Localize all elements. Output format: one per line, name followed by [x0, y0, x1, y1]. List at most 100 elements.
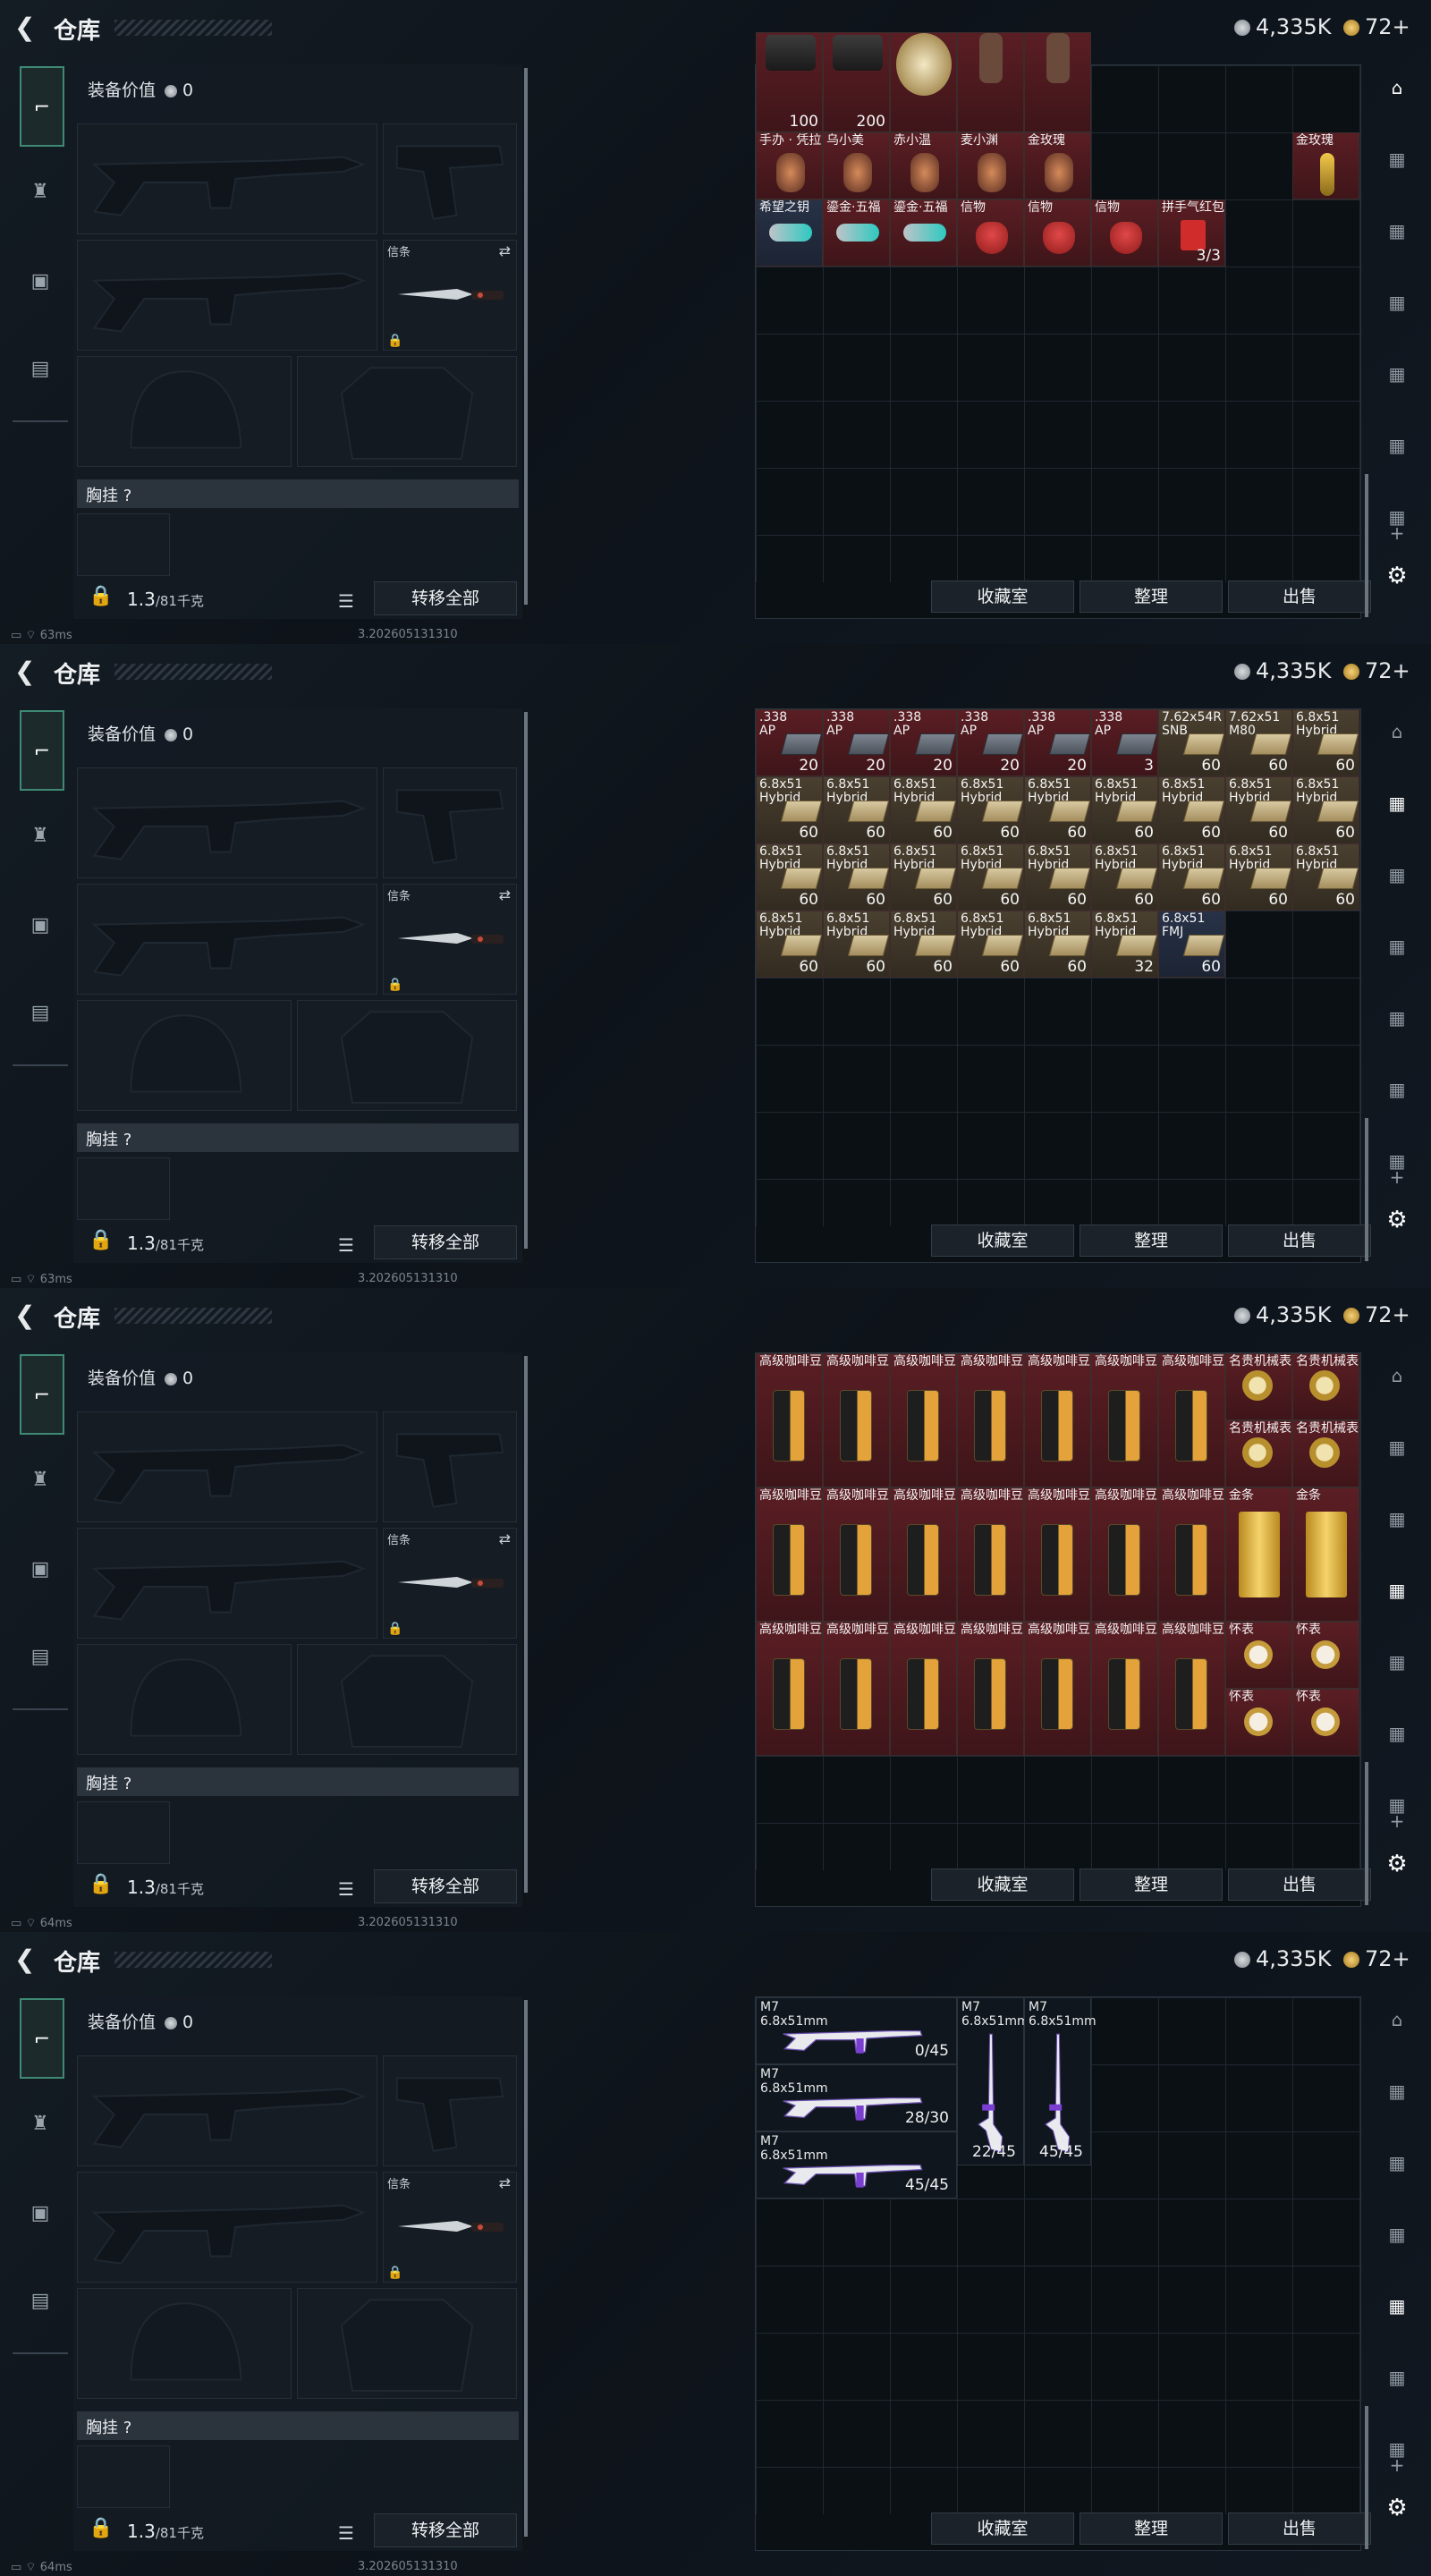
- stash-tab-2-icon[interactable]: ▦: [1379, 213, 1415, 249]
- coffee-item[interactable]: 高级咖啡豆: [1158, 1353, 1225, 1487]
- coffee-item[interactable]: 高级咖啡豆: [890, 1487, 957, 1622]
- item-figure[interactable]: [957, 31, 1024, 132]
- stash-tab-5-icon[interactable]: ▦: [1379, 2360, 1415, 2395]
- nav-case-icon[interactable]: ▤: [20, 1637, 61, 1678]
- chest-rig-slot[interactable]: [77, 2445, 170, 2508]
- plus-icon[interactable]: +: [1379, 515, 1415, 551]
- collection-button[interactable]: 收藏室: [931, 580, 1074, 613]
- pistol-slot[interactable]: [383, 123, 517, 234]
- item-collectible[interactable]: 鎏金·五福: [890, 199, 957, 267]
- swap-icon[interactable]: ⇄: [499, 886, 511, 903]
- back-arrow-icon[interactable]: ❮: [14, 14, 41, 41]
- nav-backpack-icon[interactable]: ▣: [20, 2193, 61, 2234]
- weapon-item[interactable]: M7 6.8x51mm 45/45: [756, 2131, 957, 2199]
- pocket-watch-item[interactable]: 怀表: [1292, 1622, 1359, 1689]
- melee-slot[interactable]: 信条 ⇄ 🔒: [383, 2172, 517, 2283]
- item-case[interactable]: 100: [756, 31, 823, 132]
- item-ball[interactable]: [890, 31, 957, 132]
- nav-armor-icon[interactable]: ♜: [20, 2104, 61, 2145]
- transfer-all-button[interactable]: 转移全部: [374, 581, 517, 615]
- nav-case-icon[interactable]: ▤: [20, 349, 61, 390]
- watch-item[interactable]: 名贵机械表: [1225, 1420, 1292, 1487]
- armor-slot[interactable]: [297, 1644, 517, 1755]
- weapon-item[interactable]: M7 6.8x51mm 45/45: [1024, 1997, 1097, 2165]
- coffee-item[interactable]: 高级咖啡豆: [823, 1353, 890, 1487]
- item-collectible[interactable]: 赤小温: [890, 132, 957, 199]
- collection-button[interactable]: 收藏室: [931, 2512, 1074, 2545]
- weapon-item[interactable]: M7 6.8x51mm 0/45: [756, 1997, 957, 2064]
- ammo-stack[interactable]: 6.8x51 Hybrid 60: [1292, 843, 1359, 911]
- stash-home-icon[interactable]: ⌂: [1379, 1358, 1415, 1394]
- currency-gold[interactable]: 72+: [1343, 1946, 1410, 1971]
- armor-slot[interactable]: [297, 356, 517, 467]
- stash-tab-2-icon[interactable]: ▦: [1379, 1501, 1415, 1537]
- stash-tab-5-icon[interactable]: ▦: [1379, 1716, 1415, 1751]
- nav-weapons-icon[interactable]: ⌐: [20, 1354, 64, 1435]
- sell-button[interactable]: 出售: [1228, 2512, 1371, 2545]
- gear-icon[interactable]: ⚙: [1379, 2490, 1415, 2526]
- back-arrow-icon[interactable]: ❮: [14, 1302, 41, 1329]
- watch-item[interactable]: 名贵机械表: [1292, 1420, 1359, 1487]
- pocket-watch-item[interactable]: 怀表: [1292, 1689, 1359, 1756]
- coffee-item[interactable]: 高级咖啡豆: [957, 1487, 1024, 1622]
- pistol-slot[interactable]: [383, 2055, 517, 2166]
- helmet-slot[interactable]: [77, 1644, 292, 1755]
- secondary-weapon-slot[interactable]: [77, 240, 377, 351]
- coffee-item[interactable]: 高级咖啡豆: [957, 1353, 1024, 1487]
- stash-tab-4-icon[interactable]: ▦: [1379, 356, 1415, 392]
- item-collectible[interactable]: 拼手气红包 3/3: [1158, 199, 1225, 267]
- ammo-stack[interactable]: .338 AP 20: [1024, 709, 1091, 776]
- stash-scrollbar[interactable]: [1365, 474, 1368, 617]
- chest-rig-slot[interactable]: [77, 513, 170, 576]
- currency-gold[interactable]: 72+: [1343, 1302, 1410, 1327]
- nav-weapons-icon[interactable]: ⌐: [20, 1998, 64, 2079]
- stash-tab-2-icon[interactable]: ▦: [1379, 857, 1415, 893]
- sell-button[interactable]: 出售: [1228, 580, 1371, 613]
- nav-backpack-icon[interactable]: ▣: [20, 905, 61, 946]
- coffee-item[interactable]: 高级咖啡豆: [756, 1353, 823, 1487]
- equipment-scrollbar[interactable]: [524, 1356, 528, 1893]
- plus-icon[interactable]: +: [1379, 1159, 1415, 1195]
- pistol-slot[interactable]: [383, 767, 517, 878]
- nav-weapons-icon[interactable]: ⌐: [20, 710, 64, 791]
- ammo-stack[interactable]: .338 AP 20: [890, 709, 957, 776]
- currency-silver[interactable]: 4,335K: [1234, 1302, 1331, 1327]
- item-collectible[interactable]: 麦小渊: [957, 132, 1024, 199]
- equipment-scrollbar[interactable]: [524, 712, 528, 1249]
- pistol-slot[interactable]: [383, 1411, 517, 1522]
- list-icon[interactable]: ☰: [338, 1234, 354, 1256]
- stash-scrollbar[interactable]: [1365, 1118, 1368, 1261]
- primary-weapon-slot[interactable]: [77, 2055, 377, 2166]
- list-icon[interactable]: ☰: [338, 1878, 354, 1900]
- sell-button[interactable]: 出售: [1228, 1224, 1371, 1257]
- plus-icon[interactable]: +: [1379, 2447, 1415, 2483]
- ammo-stack[interactable]: 6.8x51 Hybrid 60: [756, 911, 823, 978]
- ammo-stack[interactable]: 6.8x51 Hybrid 60: [1024, 911, 1091, 978]
- ammo-stack[interactable]: 6.8x51 Hybrid 60: [823, 911, 890, 978]
- transfer-all-button[interactable]: 转移全部: [374, 1225, 517, 1259]
- ammo-stack[interactable]: 6.8x51 Hybrid 60: [1292, 776, 1359, 843]
- ammo-stack[interactable]: 6.8x51 Hybrid 32: [1091, 911, 1158, 978]
- stash-tab-3-icon[interactable]: ▦: [1379, 284, 1415, 320]
- coffee-item[interactable]: 高级咖啡豆: [823, 1622, 890, 1756]
- watch-item[interactable]: 名贵机械表: [1292, 1353, 1359, 1420]
- equipment-scrollbar[interactable]: [524, 2000, 528, 2537]
- ammo-stack[interactable]: .338 AP 3: [1091, 709, 1158, 776]
- coffee-item[interactable]: 高级咖啡豆: [1024, 1487, 1091, 1622]
- armor-slot[interactable]: [297, 2288, 517, 2399]
- coffee-item[interactable]: 高级咖啡豆: [756, 1622, 823, 1756]
- ammo-stack[interactable]: 6.8x51 Hybrid 60: [823, 776, 890, 843]
- list-icon[interactable]: ☰: [338, 590, 354, 612]
- nav-backpack-icon[interactable]: ▣: [20, 1549, 61, 1590]
- stash-tab-3-icon[interactable]: ▦: [1379, 1572, 1415, 1608]
- item-collectible[interactable]: 金玫瑰: [1024, 132, 1091, 199]
- ammo-stack[interactable]: 6.8x51 Hybrid 60: [957, 911, 1024, 978]
- stash-tab-2-icon[interactable]: ▦: [1379, 2145, 1415, 2181]
- nav-armor-icon[interactable]: ♜: [20, 816, 61, 857]
- ammo-stack[interactable]: 6.8x51 Hybrid 60: [1158, 843, 1225, 911]
- sort-button[interactable]: 整理: [1080, 1868, 1223, 1901]
- stash-home-icon[interactable]: ⌂: [1379, 70, 1415, 106]
- weapon-item[interactable]: M7 6.8x51mm 22/45: [957, 1997, 1029, 2165]
- currency-silver[interactable]: 4,335K: [1234, 1946, 1331, 1971]
- coffee-item[interactable]: 高级咖啡豆: [957, 1622, 1024, 1756]
